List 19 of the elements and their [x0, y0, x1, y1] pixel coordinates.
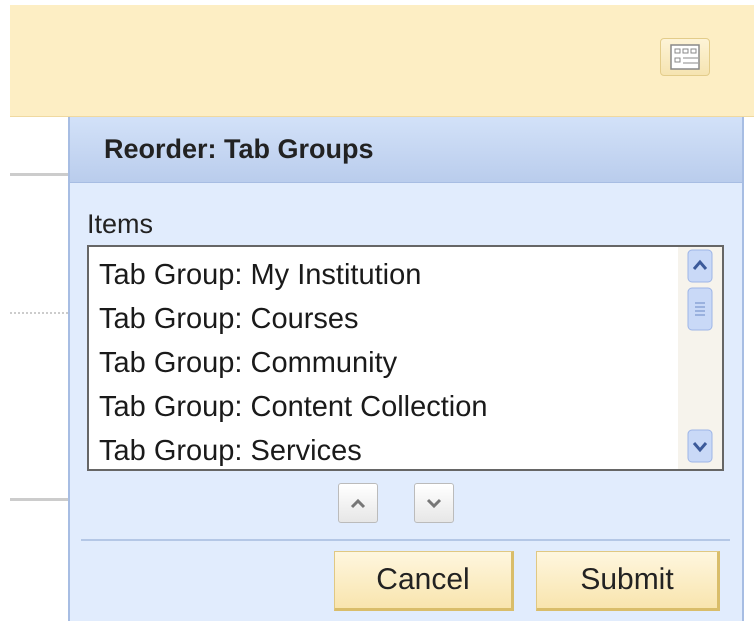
scroll-down-icon[interactable] — [687, 429, 713, 463]
scroll-up-icon[interactable] — [687, 249, 713, 283]
list-item[interactable]: Tab Group: My Institution — [99, 253, 678, 297]
list-item[interactable]: Tab Group: Courses — [99, 297, 678, 341]
caret-up-icon — [348, 497, 366, 509]
submit-button[interactable]: Submit — [536, 551, 720, 611]
items-list[interactable]: Tab Group: My Institution Tab Group: Courses Tab Group: Community Tab Group: Content Collection Tab Group: Services — [87, 245, 724, 471]
list-label: Items — [87, 209, 154, 239]
move-up-button[interactable] — [338, 483, 378, 523]
list-item[interactable]: Tab Group: Community — [99, 341, 678, 385]
layout-icon — [670, 44, 700, 70]
cancel-button[interactable]: Cancel — [334, 551, 514, 611]
caret-down-icon — [424, 497, 442, 509]
panel-title: Reorder: Tab Groups — [104, 134, 374, 165]
list-item[interactable]: Tab Group: Content Collection — [99, 385, 678, 429]
scroll-thumb-icon[interactable] — [687, 287, 713, 331]
list-item[interactable]: Tab Group: Services — [99, 429, 678, 473]
move-down-button[interactable] — [414, 483, 454, 523]
layout-button[interactable] — [660, 38, 710, 76]
